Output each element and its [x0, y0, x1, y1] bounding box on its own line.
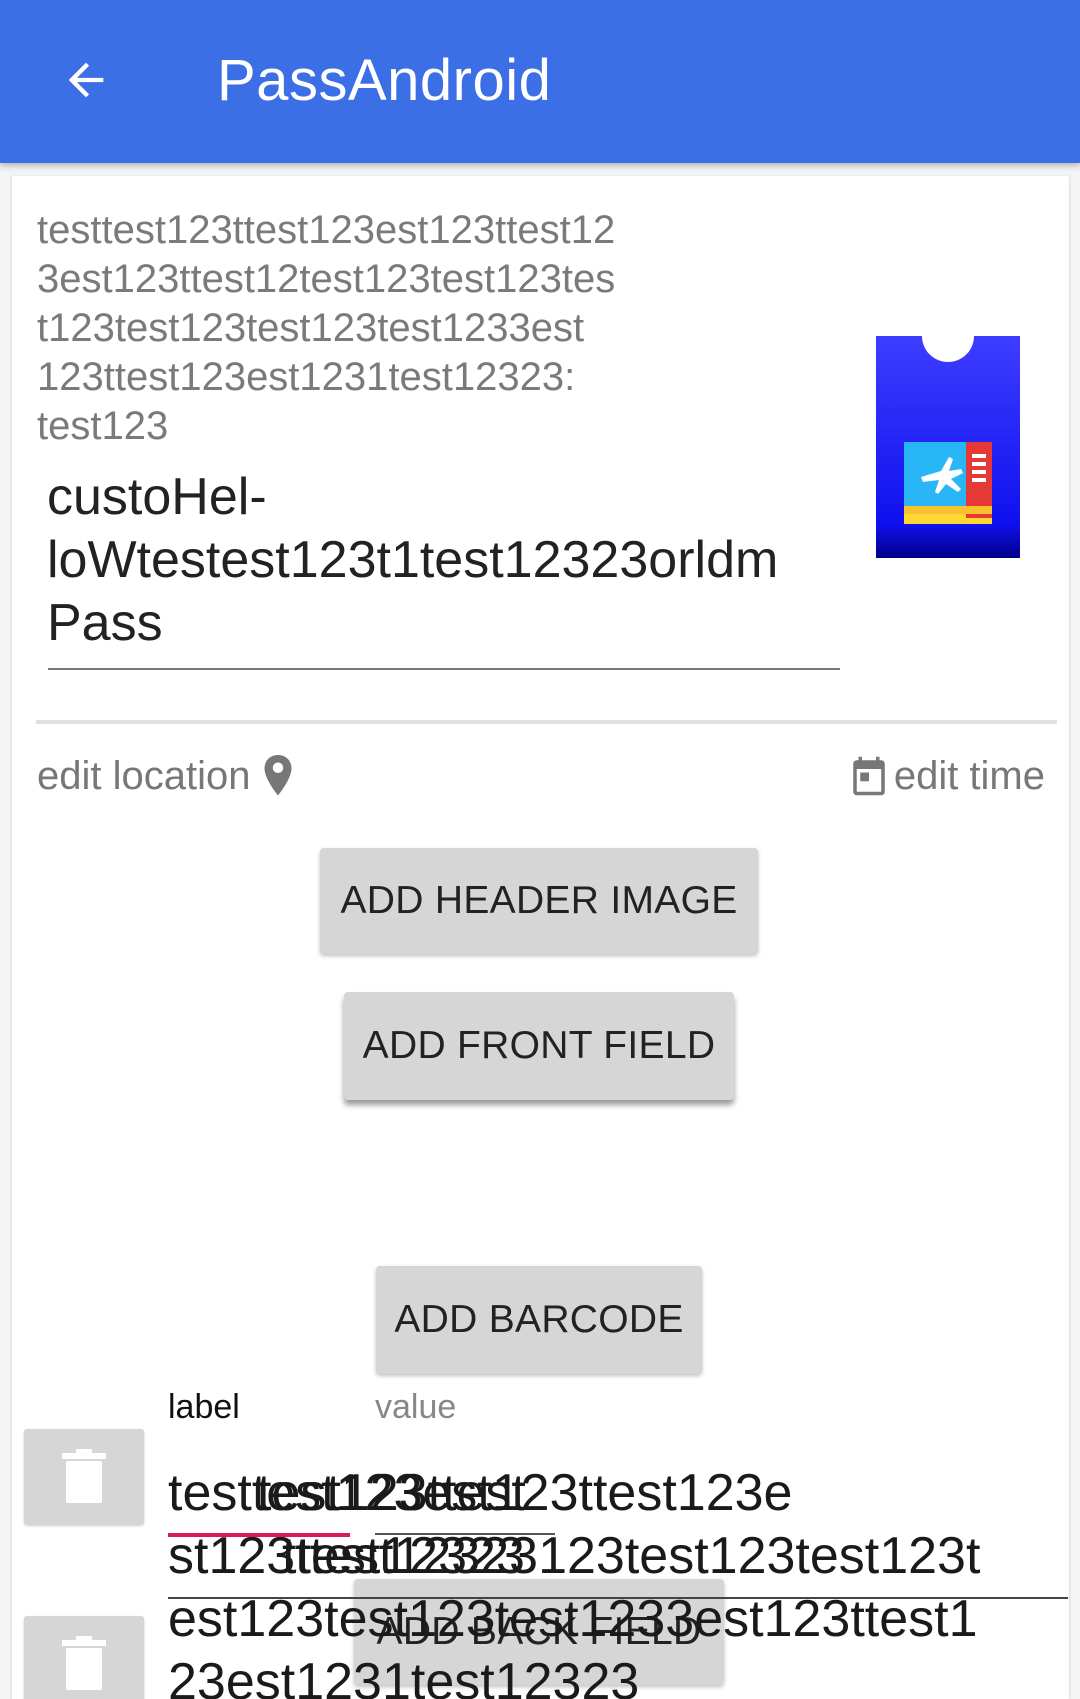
value-underline-long — [168, 1597, 1068, 1599]
name-line: loWtestest123t1test12323orldm — [47, 531, 779, 589]
value-line: 23est1231test12323 — [168, 1653, 640, 1699]
edit-location-button[interactable]: edit location — [37, 751, 296, 801]
pass-description[interactable]: testtest123ttest123est123ttest12 3est123… — [37, 206, 697, 451]
description-line: t123test123test123test1233est — [37, 306, 585, 350]
arrow-back-icon — [68, 62, 104, 98]
app-title: PassAndroid — [217, 48, 552, 113]
label-underline — [168, 1533, 350, 1537]
edit-location-label: edit location — [37, 754, 251, 798]
edit-time-label: edit time — [893, 754, 1045, 798]
back-button[interactable] — [54, 48, 118, 112]
description-line: test123 — [37, 404, 169, 448]
trash-icon — [62, 1449, 106, 1503]
field-label-caption: label — [168, 1388, 240, 1426]
boarding-pass-icon[interactable] — [876, 310, 1020, 558]
name-line: custoHel- — [47, 468, 267, 526]
edit-time-button[interactable]: edit time — [848, 751, 1045, 801]
map-pin-icon — [264, 755, 292, 796]
field-label-input[interactable]: test123ttest — [257, 1462, 526, 1525]
name-line: Pass — [47, 594, 163, 652]
delete-field-button[interactable] — [24, 1429, 144, 1525]
app-bar: PassAndroid — [0, 0, 1080, 163]
description-line: 3est123ttest12test123test123tes — [37, 257, 616, 301]
delete-field-button[interactable] — [24, 1616, 144, 1699]
divider — [36, 720, 1057, 724]
field-value-caption: value — [375, 1388, 457, 1426]
add-front-field-button[interactable]: ADD FRONT FIELD — [344, 992, 734, 1100]
description-line: testtest123ttest123est123ttest12 — [37, 208, 616, 252]
calendar-icon — [853, 756, 885, 796]
pass-card: testtest123ttest123est123ttest12 3est123… — [12, 176, 1069, 1699]
description-line: 123ttest123est1231test12323: — [37, 355, 576, 399]
trash-icon — [62, 1636, 106, 1690]
pass-name-input[interactable]: custoHel- loWtestest123t1test12323orldm … — [47, 466, 837, 655]
add-header-image-button[interactable]: ADD HEADER IMAGE — [320, 848, 758, 954]
name-underline — [48, 668, 840, 670]
value-underline — [375, 1533, 555, 1535]
add-barcode-button[interactable]: ADD BARCODE — [376, 1266, 702, 1374]
